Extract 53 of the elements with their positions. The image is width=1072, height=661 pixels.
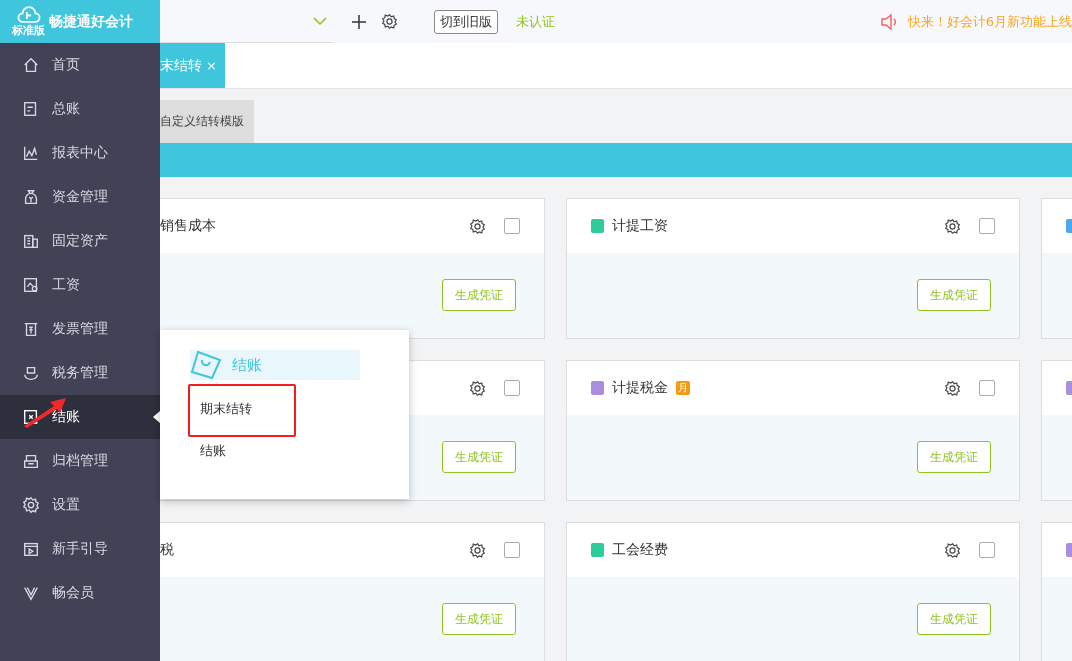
sidebar-item[interactable]: 新手引导 — [0, 527, 160, 571]
sidebar-item[interactable]: 固定资产 — [0, 219, 160, 263]
chart-icon — [22, 144, 40, 162]
plus-icon[interactable] — [351, 13, 367, 30]
card-title: 计提税金 — [612, 379, 668, 397]
settings-icon[interactable] — [944, 541, 961, 559]
sidebar-item[interactable]: 结账 — [0, 395, 160, 439]
money-bag-icon — [22, 188, 40, 206]
settings-icon[interactable] — [381, 13, 398, 30]
archive-icon — [22, 452, 40, 470]
settings-icon[interactable] — [944, 217, 961, 235]
settings-icon[interactable] — [469, 217, 486, 235]
video-icon — [22, 540, 40, 558]
invoice-icon — [22, 320, 40, 338]
sub-tab[interactable]: 自定义结转模版 — [160, 100, 254, 143]
speaker-icon — [879, 12, 898, 31]
app-name: 畅捷通好会计 — [49, 12, 133, 31]
sidebar-item[interactable]: 资金管理 — [0, 175, 160, 219]
popup-title: 结账 — [232, 355, 262, 375]
checkbox[interactable] — [504, 218, 520, 234]
checkbox[interactable] — [504, 380, 520, 396]
settings-icon — [22, 496, 40, 514]
card-title: 税 — [160, 541, 174, 559]
settings-icon[interactable] — [944, 379, 961, 397]
cloud-logo-icon — [16, 6, 41, 25]
salary-icon — [22, 276, 40, 294]
card-title: 销售成本 — [160, 217, 216, 235]
building-icon — [22, 232, 40, 250]
checkbox[interactable] — [979, 542, 995, 558]
sidebar-item[interactable]: 报表中心 — [0, 131, 160, 175]
menu-item[interactable]: 结账 — [200, 442, 226, 460]
checkbox[interactable] — [504, 542, 520, 558]
checkbox[interactable] — [979, 380, 995, 396]
sidebar-item[interactable]: 税务管理 — [0, 351, 160, 395]
tag-icon — [190, 350, 224, 380]
sidebar-item[interactable]: 工资 — [0, 263, 160, 307]
badge: 月 — [676, 381, 690, 395]
sidebar-item[interactable]: 发票管理 — [0, 307, 160, 351]
sidebar-item[interactable]: 总账 — [0, 87, 160, 131]
settings-icon[interactable] — [469, 379, 486, 397]
sidebar-item[interactable]: 首页 — [0, 43, 160, 87]
menu-item[interactable]: 期末结转 — [200, 400, 252, 418]
switch-version-button[interactable]: 切到旧版 — [434, 9, 498, 34]
home-icon — [22, 56, 40, 74]
card-title: 工会经费 — [612, 541, 668, 559]
sidebar-item[interactable]: 设置 — [0, 483, 160, 527]
sidebar-item[interactable]: 归档管理 — [0, 439, 160, 483]
edition-label: 标准版 — [12, 25, 45, 37]
checkbox[interactable] — [979, 218, 995, 234]
card-title: 计提工资 — [612, 217, 668, 235]
settings-icon[interactable] — [469, 541, 486, 559]
chevron-down-icon — [313, 16, 327, 26]
sidebar-item[interactable]: 畅会员 — [0, 571, 160, 615]
